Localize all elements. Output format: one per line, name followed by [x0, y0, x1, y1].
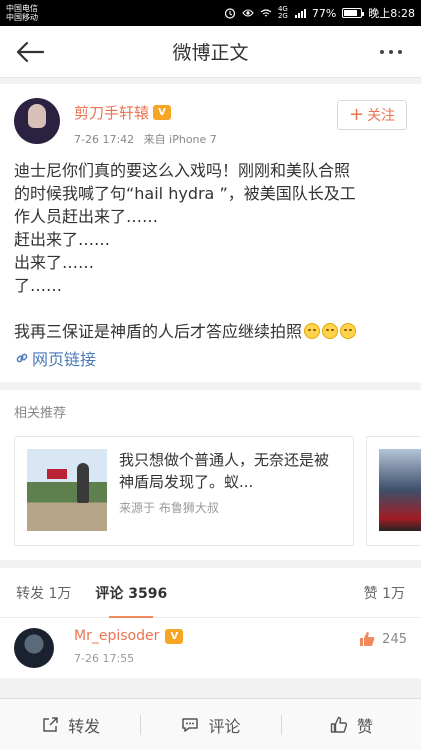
carrier-info: 中国电信 中国移动	[6, 4, 38, 22]
link-label: 网页链接	[32, 350, 97, 369]
comment-time: 7-26 17:55	[74, 652, 135, 665]
status-bar: 中国电信 中国移动 4G 2G 77% 晚上8:28	[0, 0, 421, 26]
commenter-name[interactable]: Mr_episoder V	[74, 628, 184, 644]
comment-like-button[interactable]: 245	[358, 630, 407, 648]
author-avatar[interactable]	[14, 98, 60, 144]
sweat-emoji-icon	[340, 323, 357, 339]
like-label: 赞	[356, 716, 373, 736]
arrow-left-icon	[16, 41, 45, 62]
comment-label: 评论	[208, 716, 241, 736]
related-section: 相关推荐 我只想做个普通人，无奈还是被神盾局发现了。蚁... 来源于 布鲁狮大叔	[0, 390, 421, 560]
network-2: 2G	[277, 12, 288, 20]
thumbs-up-icon	[360, 632, 375, 646]
author-name-text: 剪刀手轩辕	[74, 104, 150, 122]
eye-icon	[242, 9, 254, 17]
commenter-avatar[interactable]	[14, 628, 54, 668]
link-icon	[16, 353, 28, 363]
back-button[interactable]	[0, 26, 60, 78]
author-name[interactable]: 剪刀手轩辕 V	[74, 102, 217, 123]
post-line: 赶出来了……	[14, 230, 111, 249]
comment-like-count: 245	[382, 631, 407, 647]
bottom-action-bar: 转发 评论 赞	[0, 698, 421, 750]
post-line: 迪士尼你们真的要这么入戏吗！刚刚和美队合照	[14, 161, 351, 180]
post-line: 作人员赶出来了……	[14, 207, 159, 226]
post-line: 了……	[14, 276, 63, 295]
navigation-bar: 微博正文	[0, 26, 421, 78]
comment-item: Mr_episoder V 7-26 17:55 245	[0, 618, 421, 678]
thumbs-up-icon	[330, 716, 347, 733]
post-last-line: 我再三保证是神盾的人后才答应继续拍照	[14, 320, 407, 343]
post-line: 的时候我喊了句“hail hydra ”，被美国队长及工	[14, 184, 356, 203]
more-button[interactable]	[361, 26, 421, 78]
plus-icon: +	[348, 104, 365, 125]
sweat-emoji-icon	[322, 323, 339, 339]
related-thumbnail	[27, 449, 107, 531]
repost-button[interactable]: 转发	[0, 699, 140, 750]
post-time: 7-26 17:42	[74, 133, 135, 146]
page-title: 微博正文	[172, 42, 249, 64]
more-dots-icon	[380, 49, 402, 54]
vip-badge-icon: V	[153, 105, 172, 120]
clock: 晚上8:28	[368, 7, 415, 20]
battery-percent: 77%	[311, 6, 337, 20]
author-row: 剪刀手轩辕 V 7-26 17:42 来自 iPhone 7 + 关注	[14, 98, 407, 147]
repost-icon	[43, 716, 58, 732]
post-line: 出来了……	[14, 253, 95, 272]
battery-icon	[342, 8, 365, 18]
like-button[interactable]: 赞	[280, 699, 421, 750]
related-title: 相关推荐	[14, 406, 67, 421]
related-card-source: 来源于 布鲁狮大叔	[119, 501, 219, 515]
post-body: 迪士尼你们真的要这么入戏吗！刚刚和美队合照 的时候我喊了句“hail hydra…	[14, 159, 407, 343]
related-card-2[interactable]	[366, 436, 421, 546]
repost-label: 转发	[68, 716, 101, 736]
carrier-1: 中国电信	[6, 4, 38, 13]
comment-body: Mr_episoder V 7-26 17:55	[74, 628, 184, 668]
tab-like[interactable]: 赞 1万	[364, 568, 405, 618]
tab-repost[interactable]: 转发 1万	[16, 568, 71, 618]
alarm-icon	[224, 8, 236, 19]
tab-comment[interactable]: 评论 3596	[95, 568, 167, 618]
wifi-icon	[260, 9, 272, 17]
related-card[interactable]: 我只想做个普通人，无奈还是被神盾局发现了。蚁... 来源于 布鲁狮大叔	[14, 436, 354, 546]
post-source: 来自 iPhone 7	[143, 133, 217, 146]
comment-button[interactable]: 评论	[140, 699, 280, 750]
follow-label: 关注	[367, 108, 396, 124]
signal-icon	[294, 9, 306, 18]
post-line: 我再三保证是神盾的人后才答应继续拍照	[14, 322, 303, 341]
post-meta: 7-26 17:42 来自 iPhone 7	[74, 131, 217, 147]
battery-fill	[344, 10, 357, 16]
comment-icon	[182, 717, 199, 732]
related-card-body: 我只想做个普通人，无奈还是被神盾局发现了。蚁... 来源于 布鲁狮大叔	[119, 449, 341, 533]
sweat-emoji-icon	[304, 323, 321, 339]
web-link[interactable]: 网页链接	[14, 346, 407, 370]
author-info: 剪刀手轩辕 V 7-26 17:42 来自 iPhone 7	[74, 98, 217, 147]
related-poster-image	[379, 449, 421, 531]
network-labels: 4G 2G	[278, 6, 288, 20]
carrier-2: 中国移动	[6, 13, 38, 22]
weibo-post-page: 中国电信 中国移动 4G 2G 77% 晚上8:28 微博正文 剪刀手轩辕 V …	[0, 0, 421, 750]
interaction-tabs: 转发 1万 评论 3596 赞 1万	[0, 568, 421, 618]
follow-button[interactable]: + 关注	[337, 100, 407, 130]
status-icons: 4G 2G 77% 晚上8:28	[224, 5, 415, 21]
commenter-name-text: Mr_episoder	[74, 628, 160, 644]
vip-badge-icon: V	[165, 628, 184, 644]
related-card-text: 我只想做个普通人，无奈还是被神盾局发现了。蚁...	[119, 451, 330, 491]
post-card: 剪刀手轩辕 V 7-26 17:42 来自 iPhone 7 + 关注 迪士尼你…	[0, 84, 421, 382]
